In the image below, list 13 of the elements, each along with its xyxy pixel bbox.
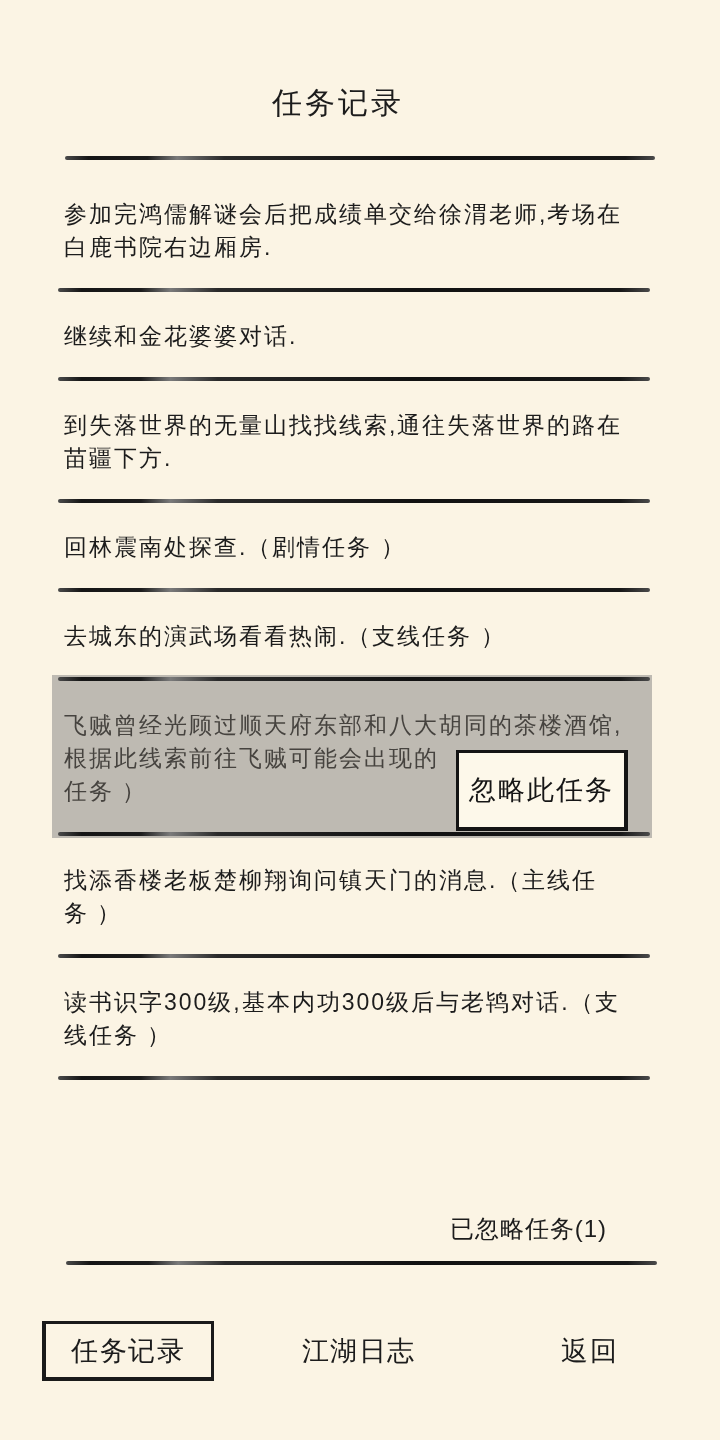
- quest-item[interactable]: 去城东的演武场看看热闹.（支线任务 ）: [52, 592, 652, 677]
- page-title: 任务记录: [272, 85, 404, 121]
- quest-item[interactable]: 回林震南处探查.（剧情任务 ）: [52, 503, 652, 588]
- quest-item[interactable]: 继续和金花婆婆对话.: [52, 292, 652, 377]
- nav-tab[interactable]: 任务记录: [41, 1321, 214, 1381]
- back-button[interactable]: 返回: [561, 1334, 618, 1368]
- quest-item[interactable]: 参加完鸿儒解谜会后把成绩单交给徐渭老师,考场在白鹿书院右边厢房.: [52, 170, 652, 288]
- quest-item[interactable]: 读书识字300级,基本内功300级后与老鸨对话.（支线任务 ）: [52, 958, 652, 1076]
- ignore-task-menu[interactable]: 忽略此任务: [456, 750, 628, 831]
- quest-item[interactable]: 找添香楼老板楚柳翔询问镇天门的消息.（主线任务 ）: [52, 836, 652, 954]
- quest-item[interactable]: 到失落世界的无量山找找线索,通往失落世界的路在苗疆下方.: [52, 381, 652, 499]
- ignored-tasks-link[interactable]: 已忽略任务(1): [449, 1213, 607, 1245]
- nav-tab[interactable]: 江湖日志: [301, 1334, 416, 1368]
